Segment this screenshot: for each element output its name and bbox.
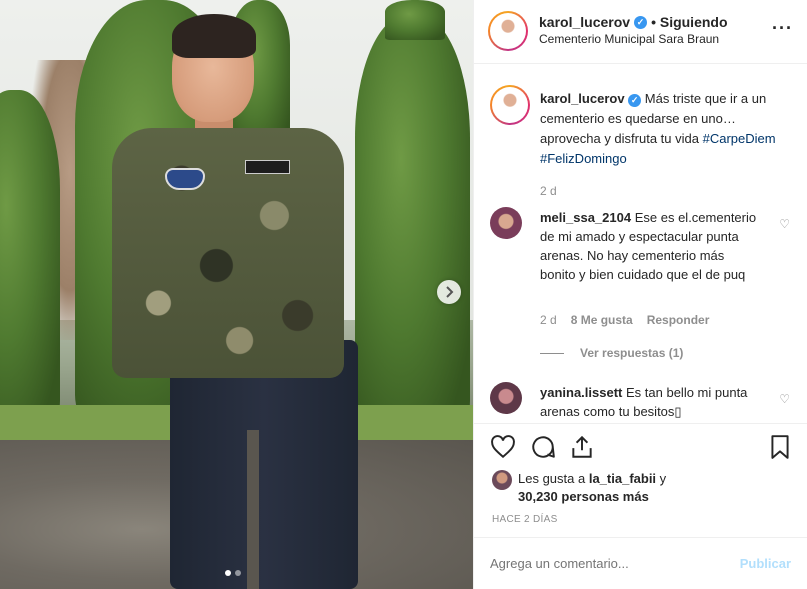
caption-text: karol_lucerov ✓ Más triste que ir a un c… bbox=[540, 89, 800, 201]
person-hair bbox=[172, 14, 256, 58]
jacket-patch bbox=[165, 168, 205, 190]
comment-avatar[interactable] bbox=[490, 207, 522, 239]
caption-username[interactable]: karol_lucerov bbox=[540, 91, 625, 106]
like-comment-heart-icon[interactable]: ♡ bbox=[779, 217, 790, 231]
comment-likes[interactable]: 8 Me gusta bbox=[571, 313, 633, 327]
comment-text: yanina.lissett Es tan bello mi punta are… bbox=[540, 383, 760, 421]
verified-badge-icon: ✓ bbox=[628, 94, 642, 107]
post-actions bbox=[474, 423, 807, 471]
likes-summary: Les gusta a la_tia_fabii y 30,230 person… bbox=[492, 470, 792, 510]
post-timestamp[interactable]: HACE 2 DÍAS bbox=[492, 514, 558, 525]
comment-meta: 2 d 8 Me gusta Responder bbox=[540, 313, 709, 327]
following-status[interactable]: • Siguiendo bbox=[651, 14, 727, 30]
post-location[interactable]: Cementerio Municipal Sara Braun bbox=[539, 32, 719, 46]
add-comment-bar: Publicar bbox=[474, 537, 807, 589]
liker-username[interactable]: la_tia_fabii bbox=[589, 471, 656, 486]
verified-badge-icon: ✓ bbox=[634, 15, 648, 29]
bookmark-icon[interactable] bbox=[767, 434, 793, 460]
carousel-dot bbox=[225, 570, 231, 576]
view-replies-button[interactable]: Ver respuestas (1) bbox=[540, 346, 683, 360]
user-avatar[interactable] bbox=[488, 11, 528, 51]
liker-avatar[interactable] bbox=[492, 470, 512, 490]
heart-icon[interactable] bbox=[490, 434, 516, 460]
caption-time[interactable]: 2 d bbox=[540, 181, 800, 201]
likes-others[interactable]: 30,230 personas más bbox=[518, 489, 649, 504]
likes-prefix: Les gusta a bbox=[518, 471, 586, 486]
comment-username[interactable]: meli_ssa_2104 bbox=[540, 210, 631, 225]
share-icon[interactable] bbox=[569, 434, 595, 460]
carousel-dots bbox=[225, 570, 241, 576]
post-photo[interactable] bbox=[0, 0, 473, 589]
hashtag-link[interactable]: #CarpeDiem bbox=[703, 131, 776, 146]
comment-username[interactable]: yanina.lissett bbox=[540, 385, 622, 400]
view-replies-label: Ver respuestas (1) bbox=[580, 346, 684, 360]
comment-avatar[interactable] bbox=[490, 382, 522, 414]
like-comment-heart-icon[interactable]: ♡ bbox=[779, 392, 790, 406]
reply-button[interactable]: Responder bbox=[647, 313, 710, 327]
carousel-dot bbox=[235, 570, 241, 576]
caption-avatar[interactable] bbox=[490, 85, 530, 125]
comment-input[interactable] bbox=[490, 556, 720, 571]
person-jeans-gap bbox=[247, 430, 259, 589]
replies-divider bbox=[540, 352, 564, 354]
post-username[interactable]: karol_lucerov bbox=[539, 14, 630, 30]
likes-suffix: y bbox=[659, 471, 667, 486]
comment-text: meli_ssa_2104 Ese es el.cementerio de mi… bbox=[540, 208, 760, 284]
comments-list[interactable]: karol_lucerov ✓ Más triste que ir a un c… bbox=[474, 65, 807, 423]
likes-text: Les gusta a la_tia_fabii y 30,230 person… bbox=[518, 470, 666, 506]
comment-icon[interactable] bbox=[530, 434, 556, 460]
chevron-right-icon bbox=[446, 286, 454, 298]
next-photo-button[interactable] bbox=[437, 280, 461, 304]
post-header: karol_lucerov ✓ • Siguiendo Cementerio M… bbox=[474, 0, 807, 64]
comment-time[interactable]: 2 d bbox=[540, 313, 557, 327]
post-side-panel: karol_lucerov ✓ • Siguiendo Cementerio M… bbox=[473, 0, 807, 589]
more-options-icon[interactable]: ··· bbox=[772, 18, 793, 39]
photo-person bbox=[0, 0, 473, 589]
post-comment-button[interactable]: Publicar bbox=[740, 556, 791, 571]
person-camo-jacket bbox=[112, 128, 344, 378]
hashtag-link[interactable]: #FelizDomingo bbox=[540, 151, 627, 166]
post-username-row: karol_lucerov ✓ • Siguiendo bbox=[539, 14, 728, 30]
jacket-patch bbox=[245, 160, 290, 174]
